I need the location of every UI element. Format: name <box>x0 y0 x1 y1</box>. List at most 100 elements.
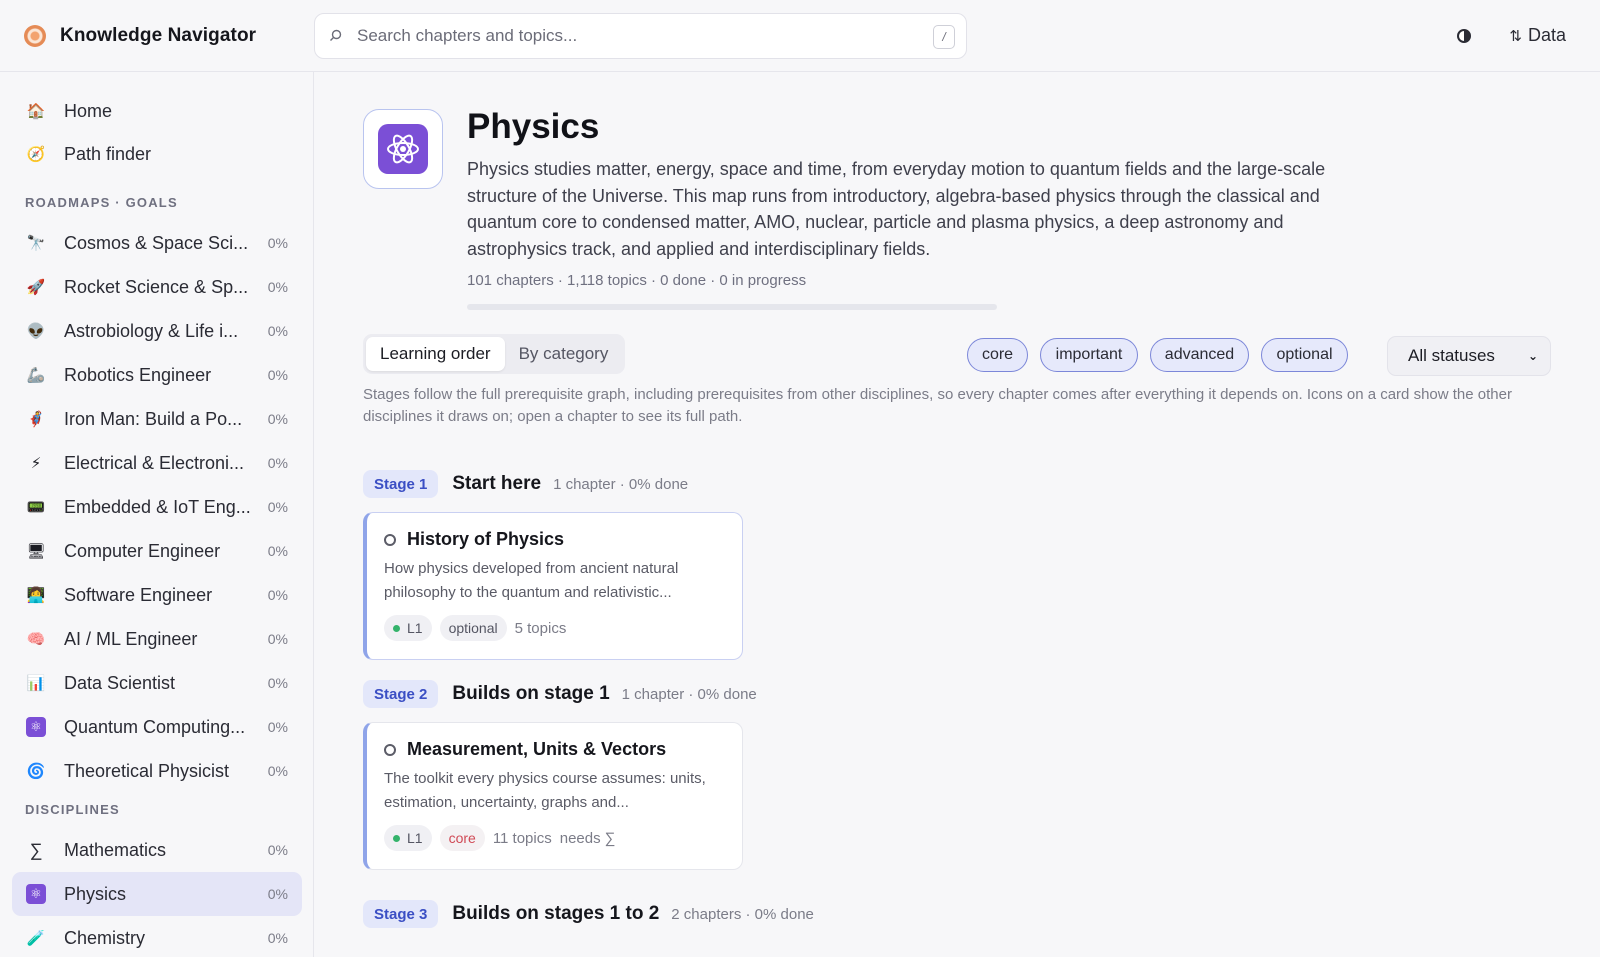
sort-arrows-icon: ⇅ <box>1509 27 1522 45</box>
chapter-title: History of Physics <box>407 529 565 549</box>
discipline-stats: 101 chapters · 1,118 topics · 0 done · 0… <box>467 272 807 289</box>
sidebar-item-home[interactable]: 🏠 Home <box>12 89 302 133</box>
sidebar-item-label: Astrobiology & Life i... <box>64 320 239 341</box>
topic-count: 11 topics <box>492 829 552 847</box>
status-circle-icon <box>384 743 396 756</box>
app-title: Knowledge Navigator <box>60 24 257 46</box>
level-label: L1 <box>407 830 423 846</box>
stage-title: Start here <box>452 473 542 494</box>
compass-icon: 🧭 <box>26 146 46 163</box>
progress-percent: 0% <box>267 719 288 735</box>
disciplines-heading: DISCIPLINES <box>25 802 120 817</box>
filter-chip-optional[interactable]: optional <box>1261 338 1348 372</box>
sidebar-item-ai-ml[interactable]: 🧠 AI / ML Engineer 0% <box>12 617 302 661</box>
stage-meta: 1 chapter · 0% done <box>553 475 689 493</box>
discipline-progress-bar <box>467 304 997 310</box>
sidebar-item-iron-man[interactable]: 🦸 Iron Man: Build a Po... 0% <box>12 397 302 441</box>
filter-chip-important[interactable]: important <box>1040 338 1138 372</box>
sidebar-item-label: Chemistry <box>64 927 146 948</box>
roadmaps-heading: ROADMAPS · GOALS <box>25 195 178 210</box>
progress-percent: 0% <box>267 631 288 647</box>
atom-icon: ⚛ <box>26 717 46 737</box>
stage-header: Stage 1 Start here 1 chapter · 0% done <box>363 470 688 498</box>
sidebar-item-label: Cosmos & Space Sci... <box>64 232 249 253</box>
search-icon <box>329 29 343 42</box>
sidebar-item-physics[interactable]: ⚛ Physics 0% <box>12 872 302 916</box>
computer-icon: 🖥 <box>26 543 46 560</box>
level-label: L1 <box>407 620 423 636</box>
help-text: Stages follow the full prerequisite grap… <box>363 386 1512 425</box>
person-icon: 🦸 <box>26 411 46 428</box>
filter-chip-core[interactable]: core <box>967 338 1028 372</box>
sidebar-item-label: Data Scientist <box>64 672 176 693</box>
stage-badge: Stage 3 <box>363 900 439 928</box>
stage-title: Builds on stages 1 to 2 <box>452 903 660 924</box>
sidebar-item-computer-engineer[interactable]: 🖥 Computer Engineer 0% <box>12 529 302 573</box>
telescope-icon: 🔭 <box>26 235 46 252</box>
sidebar-item-robotics[interactable]: 🦾 Robotics Engineer 0% <box>12 353 302 397</box>
sidebar-item-chemistry[interactable]: 🧪 Chemistry 0% <box>12 916 302 957</box>
sidebar-item-rocket-science[interactable]: 🚀 Rocket Science & Sp... 0% <box>12 265 302 309</box>
prerequisite-disciplines: needs ∑ <box>559 829 616 847</box>
atom-icon: ⚛ <box>26 884 46 904</box>
chapter-description: The toolkit every physics course assumes… <box>384 770 706 811</box>
sidebar-item-astrobiology[interactable]: 👽 Astrobiology & Life i... 0% <box>12 309 302 353</box>
top-bar: Knowledge Navigator / ⇅ Data <box>0 0 1600 72</box>
theme-toggle-icon[interactable] <box>1457 28 1472 43</box>
by-category-tab[interactable]: By category <box>505 337 623 371</box>
rocket-icon: 🚀 <box>26 279 46 296</box>
progress-percent: 0% <box>267 455 288 471</box>
chapter-description: How physics developed from ancient natur… <box>384 560 679 601</box>
chapter-card[interactable]: Measurement, Units & Vectors The toolkit… <box>363 722 743 870</box>
stage-meta: 2 chapters · 0% done <box>671 905 814 923</box>
sidebar-item-quantum-computing[interactable]: ⚛ Quantum Computing... 0% <box>12 705 302 749</box>
search-input[interactable] <box>357 25 917 46</box>
sidebar-item-label: Computer Engineer <box>64 540 221 561</box>
progress-percent: 0% <box>267 842 288 858</box>
progress-percent: 0% <box>267 411 288 427</box>
stage-header: Stage 2 Builds on stage 1 1 chapter · 0%… <box>363 680 757 708</box>
stage-meta: 1 chapter · 0% done <box>621 685 757 703</box>
progress-percent: 0% <box>267 499 288 515</box>
bar-chart-icon: 📊 <box>26 675 46 692</box>
search-box[interactable]: / <box>314 12 967 59</box>
data-button[interactable]: ⇅ Data <box>1509 25 1566 46</box>
sidebar-item-cosmos[interactable]: 🔭 Cosmos & Space Sci... 0% <box>12 221 302 265</box>
sidebar-item-mathematics[interactable]: ∑ Mathematics 0% <box>12 828 302 872</box>
sidebar-item-path-finder[interactable]: 🧭 Path finder <box>12 132 302 176</box>
progress-percent: 0% <box>267 279 288 295</box>
flask-icon: 🧪 <box>26 930 46 947</box>
discipline-description: Physics studies matter, energy, space an… <box>467 159 1326 259</box>
sidebar-item-software-engineer[interactable]: 👩‍💻 Software Engineer 0% <box>12 573 302 617</box>
spiral-icon: 🌀 <box>26 763 46 780</box>
chapter-card[interactable]: History of Physics How physics developed… <box>363 512 743 660</box>
sidebar-item-electrical[interactable]: ⚡ Electrical & Electroni... 0% <box>12 441 302 485</box>
progress-percent: 0% <box>267 543 288 559</box>
sidebar-item-label: Theoretical Physicist <box>64 760 230 781</box>
level-dot-icon <box>393 834 400 842</box>
progress-percent: 0% <box>267 675 288 691</box>
atom-icon <box>378 124 428 174</box>
importance-tag: optional <box>439 615 507 641</box>
house-icon: 🏠 <box>26 103 46 120</box>
alien-icon: 👽 <box>26 323 46 340</box>
brand[interactable]: Knowledge Navigator <box>24 24 286 47</box>
learning-order-tab[interactable]: Learning order <box>366 337 505 371</box>
level-tag: L1 <box>384 825 432 851</box>
stage-header: Stage 3 Builds on stages 1 to 2 2 chapte… <box>363 900 814 928</box>
page-title: Physics <box>467 107 600 146</box>
sigma-icon: ∑ <box>29 839 43 860</box>
brain-icon: 🧠 <box>26 631 46 648</box>
sidebar-item-label: Path finder <box>64 143 152 164</box>
filter-chip-advanced[interactable]: advanced <box>1150 338 1249 372</box>
sidebar-item-embedded[interactable]: 📟 Embedded & IoT Eng... 0% <box>12 485 302 529</box>
sidebar-item-data-scientist[interactable]: 📊 Data Scientist 0% <box>12 661 302 705</box>
topic-count: 5 topics <box>514 619 567 637</box>
sidebar: 🏠 Home 🧭 Path finder ROADMAPS · GOALS 🔭 … <box>0 72 314 957</box>
status-filter-select[interactable]: All statuses ⌄ <box>1387 336 1551 376</box>
sidebar-item-theoretical-physicist[interactable]: 🌀 Theoretical Physicist 0% <box>12 749 302 793</box>
compass-logo-icon <box>24 24 46 47</box>
sidebar-item-label: Rocket Science & Sp... <box>64 276 249 297</box>
chip-icon: 📟 <box>26 499 46 516</box>
sidebar-item-label: Embedded & IoT Eng... <box>64 496 251 517</box>
